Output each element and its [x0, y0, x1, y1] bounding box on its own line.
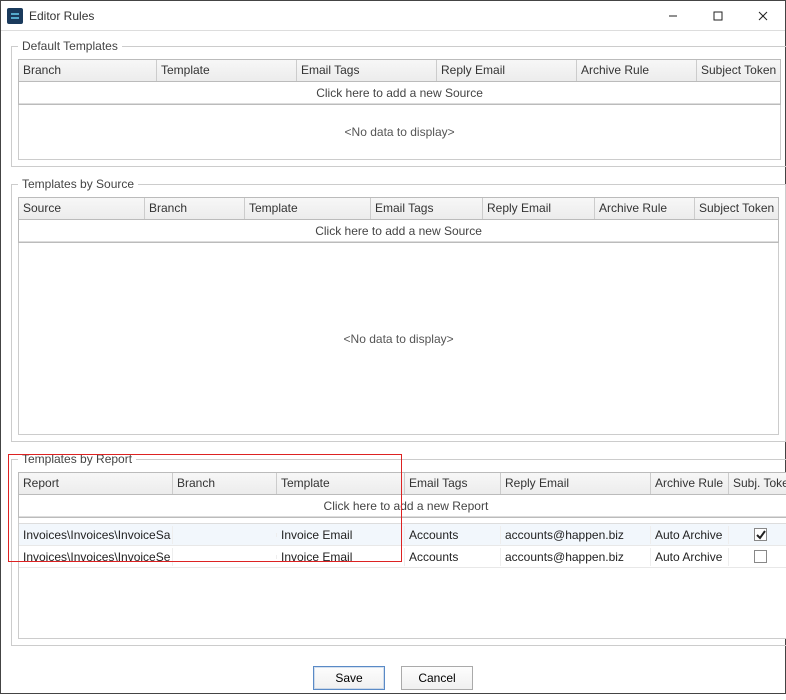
column-header[interactable]: Subj. Toke [729, 473, 786, 494]
dialog-footer: Save Cancel [11, 656, 775, 690]
add-new-row[interactable]: Click here to add a new Source [19, 82, 780, 104]
grid-header: Branch Template Email Tags Reply Email A… [19, 60, 780, 82]
column-header[interactable]: Source [19, 198, 145, 219]
cell-reply-email[interactable]: accounts@happen.biz [501, 548, 651, 566]
minimize-button[interactable] [650, 1, 695, 30]
cell-subj-token[interactable] [729, 526, 786, 543]
cell-subj-token[interactable] [729, 548, 786, 565]
cancel-button[interactable]: Cancel [401, 666, 473, 690]
cell-branch[interactable] [173, 555, 277, 559]
titlebar: Editor Rules [1, 1, 785, 31]
add-new-row[interactable]: Click here to add a new Source [19, 220, 778, 242]
table-row[interactable]: Invoices\Invoices\InvoiceSe Invoice Emai… [19, 546, 786, 568]
grid-default-templates[interactable]: Branch Template Email Tags Reply Email A… [18, 59, 781, 105]
column-header[interactable]: Branch [19, 60, 157, 81]
column-header[interactable]: Archive Rule [595, 198, 695, 219]
group-templates-by-source: Templates by Source Source Branch Templa… [11, 177, 786, 442]
grid-header: Report Branch Template Email Tags Reply … [19, 473, 786, 495]
checkbox-icon[interactable] [754, 550, 767, 563]
grid-templates-by-report[interactable]: Report Branch Template Email Tags Reply … [18, 472, 786, 518]
column-header[interactable]: Reply Email [437, 60, 577, 81]
column-header[interactable]: Reply Email [501, 473, 651, 494]
checkbox-icon[interactable] [754, 528, 767, 541]
column-header[interactable]: Branch [173, 473, 277, 494]
maximize-button[interactable] [695, 1, 740, 30]
column-header[interactable]: Subject Token [697, 60, 780, 81]
save-button[interactable]: Save [313, 666, 385, 690]
cell-archive-rule[interactable]: Auto Archive [651, 526, 729, 544]
grid-header: Source Branch Template Email Tags Reply … [19, 198, 778, 220]
column-header[interactable]: Branch [145, 198, 245, 219]
group-legend: Default Templates [18, 39, 122, 53]
column-header[interactable]: Template [245, 198, 371, 219]
cell-archive-rule[interactable]: Auto Archive [651, 548, 729, 566]
column-header[interactable]: Template [277, 473, 405, 494]
column-header[interactable]: Archive Rule [651, 473, 729, 494]
cell-email-tags[interactable]: Accounts [405, 526, 501, 544]
column-header[interactable]: Report [19, 473, 173, 494]
no-data-text: <No data to display> [345, 125, 455, 139]
window-title: Editor Rules [29, 9, 94, 23]
add-new-row[interactable]: Click here to add a new Report [19, 495, 786, 517]
cell-reply-email[interactable]: accounts@happen.biz [501, 526, 651, 544]
cell-report[interactable]: Invoices\Invoices\InvoiceSa [19, 526, 173, 544]
group-default-templates: Default Templates Branch Template Email … [11, 39, 786, 167]
column-header[interactable]: Email Tags [405, 473, 501, 494]
column-header[interactable]: Reply Email [483, 198, 595, 219]
table-row[interactable]: Invoices\Invoices\InvoiceSa Invoice Emai… [19, 524, 786, 546]
column-header[interactable]: Subject Token [695, 198, 778, 219]
no-data-panel: <No data to display> [18, 105, 781, 160]
cell-template[interactable]: Invoice Email [277, 548, 405, 566]
column-header[interactable]: Email Tags [371, 198, 483, 219]
column-header[interactable]: Email Tags [297, 60, 437, 81]
grid-body: Invoices\Invoices\InvoiceSa Invoice Emai… [18, 518, 786, 639]
group-templates-by-report: Templates by Report Report Branch Templa… [11, 452, 786, 646]
no-data-text: <No data to display> [344, 332, 454, 346]
group-legend: Templates by Report [18, 452, 136, 466]
close-button[interactable] [740, 1, 785, 30]
grid-templates-by-source[interactable]: Source Branch Template Email Tags Reply … [18, 197, 779, 243]
column-header[interactable]: Archive Rule [577, 60, 697, 81]
app-icon [7, 8, 23, 24]
no-data-panel: <No data to display> [18, 243, 779, 435]
cell-branch[interactable] [173, 533, 277, 537]
cell-template[interactable]: Invoice Email [277, 526, 405, 544]
cell-email-tags[interactable]: Accounts [405, 548, 501, 566]
group-legend: Templates by Source [18, 177, 138, 191]
cell-report[interactable]: Invoices\Invoices\InvoiceSe [19, 548, 173, 566]
column-header[interactable]: Template [157, 60, 297, 81]
